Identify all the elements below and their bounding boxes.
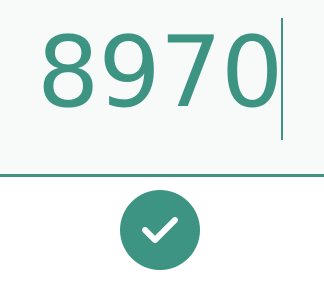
number-input-field[interactable]: 8970 bbox=[0, 0, 324, 174]
pin-entry-screen: 8970 bbox=[0, 0, 324, 287]
input-underline bbox=[0, 174, 324, 177]
confirm-button[interactable] bbox=[120, 190, 200, 270]
check-icon bbox=[140, 214, 180, 246]
text-caret bbox=[281, 18, 283, 140]
input-value: 8970 bbox=[37, 16, 283, 130]
